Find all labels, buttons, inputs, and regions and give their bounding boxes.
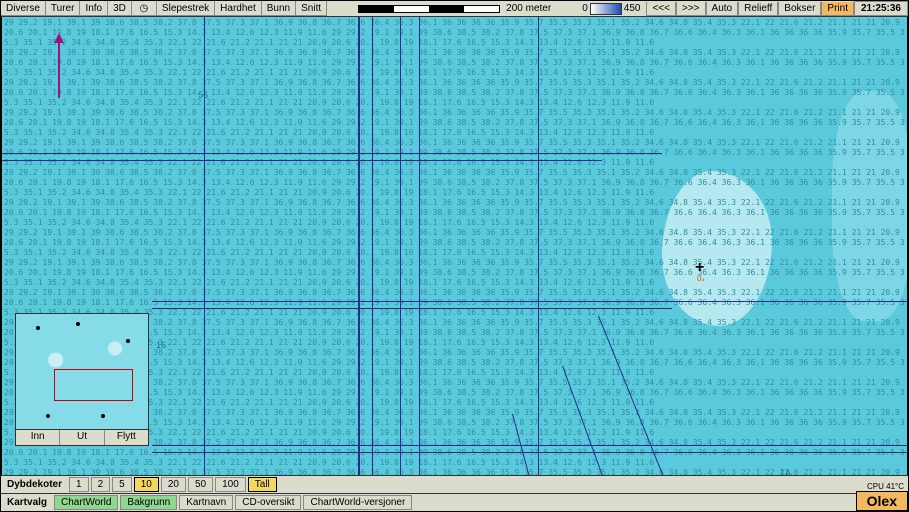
minimap-zoom-out-button[interactable]: Ut (60, 430, 104, 445)
zoom-in-button[interactable]: >>> (676, 2, 706, 16)
cursor-depth: 0₄ (697, 274, 705, 283)
relieff-button[interactable]: Relieff (738, 2, 778, 16)
bottom-toolbar: Dybdekoter 1 2 5 10 20 50 100 Tall Kartv… (1, 475, 908, 511)
menu-diverse[interactable]: Diverse (1, 1, 46, 16)
depth-label: 56 (198, 90, 208, 100)
depth-label: 1A (780, 468, 791, 475)
contour-5-button[interactable]: 5 (112, 477, 132, 492)
track-line (358, 16, 360, 475)
track-line (152, 452, 907, 453)
chartworld-button[interactable]: ChartWorld (54, 495, 118, 510)
app-root: Diverse Turer Info 3D ◷ Slepestrek Hardh… (0, 0, 909, 512)
minimap-marker-icon (126, 339, 130, 343)
menu-bunn[interactable]: Bunn (262, 1, 296, 16)
scale-bar-icon (358, 5, 500, 13)
depth-gradient-icon (590, 3, 622, 15)
menu-slepestrek[interactable]: Slepestrek (157, 1, 215, 16)
olex-logo: Olex (856, 491, 908, 511)
minimap-marker-icon (76, 322, 80, 326)
minimap-move-button[interactable]: Flytt (105, 430, 148, 445)
tall-toggle-button[interactable]: Tall (248, 477, 277, 492)
north-arrow-icon (54, 38, 64, 98)
zoom-out-button[interactable]: <<< (646, 2, 676, 16)
track-line (400, 16, 401, 475)
menu-hardhet[interactable]: Hardhet (215, 1, 262, 16)
minimap-marker-icon (101, 414, 105, 418)
contour-100-button[interactable]: 100 (215, 477, 246, 492)
minimap-marker-icon (36, 326, 40, 330)
menu-3d[interactable]: 3D (108, 1, 132, 16)
minimap-controls: Inn Ut Flytt (15, 429, 149, 446)
dybdekoter-label: Dybdekoter (1, 479, 68, 490)
clock-readout: 21:25:36 (854, 1, 908, 16)
contour-20-button[interactable]: 20 (161, 477, 186, 492)
minimap-marker-icon (46, 414, 50, 418)
scale-label: 200 meter (506, 3, 551, 14)
track-line (372, 16, 373, 475)
minimap-zoom-in-button[interactable]: Inn (16, 430, 60, 445)
scale-indicator: 200 meter (327, 3, 582, 14)
menu-snitt[interactable]: Snitt (296, 1, 327, 16)
menu-turer[interactable]: Turer (46, 1, 81, 16)
main-menu: Diverse Turer Info 3D ◷ Slepestrek Hardh… (1, 1, 327, 16)
contour-50-button[interactable]: 50 (188, 477, 213, 492)
overview-minimap[interactable] (15, 313, 149, 430)
right-toolbar: 0 450 <<< >>> Auto Relieff Bokser Print … (582, 1, 908, 16)
chart-canvas[interactable]: 29 29.2 19.1 39.1 39 38.6 38.5 38.2 37.8… (2, 16, 907, 475)
depth-max: 450 (624, 3, 641, 14)
kartnavn-button[interactable]: Kartnavn (179, 495, 233, 510)
track-line (152, 445, 907, 446)
track-line (152, 308, 672, 309)
contour-2-button[interactable]: 2 (91, 477, 111, 492)
track-line (2, 160, 602, 161)
dybdekoter-row: Dybdekoter 1 2 5 10 20 50 100 Tall (1, 475, 908, 493)
menu-info[interactable]: Info (80, 1, 108, 16)
depth-min: 0 (582, 3, 588, 14)
chartworld-versjoner-button[interactable]: ChartWorld-versjoner (303, 495, 412, 510)
contour-1-button[interactable]: 1 (69, 477, 89, 492)
minimap-viewport[interactable] (54, 369, 133, 401)
track-line (152, 301, 907, 302)
cd-oversikt-button[interactable]: CD-oversikt (235, 495, 301, 510)
cpu-temp-readout: CPU 41°C (867, 482, 904, 491)
track-line (419, 16, 420, 475)
top-toolbar: Diverse Turer Info 3D ◷ Slepestrek Hardh… (1, 1, 908, 17)
print-button[interactable]: Print (821, 2, 854, 16)
track-line (204, 16, 205, 475)
track-line (2, 153, 662, 154)
bokser-button[interactable]: Bokser (778, 2, 821, 16)
bakgrunn-button[interactable]: Bakgrunn (120, 495, 177, 510)
auto-button[interactable]: Auto (706, 2, 739, 16)
clock-icon[interactable]: ◷ (132, 1, 157, 16)
contour-10-button[interactable]: 10 (134, 477, 159, 492)
depth-label: 16 (156, 340, 166, 350)
kartvalg-label: Kartvalg (1, 497, 53, 508)
track-line (538, 16, 539, 475)
kartvalg-row: Kartvalg ChartWorld Bakgrunn Kartnavn CD… (1, 493, 908, 511)
